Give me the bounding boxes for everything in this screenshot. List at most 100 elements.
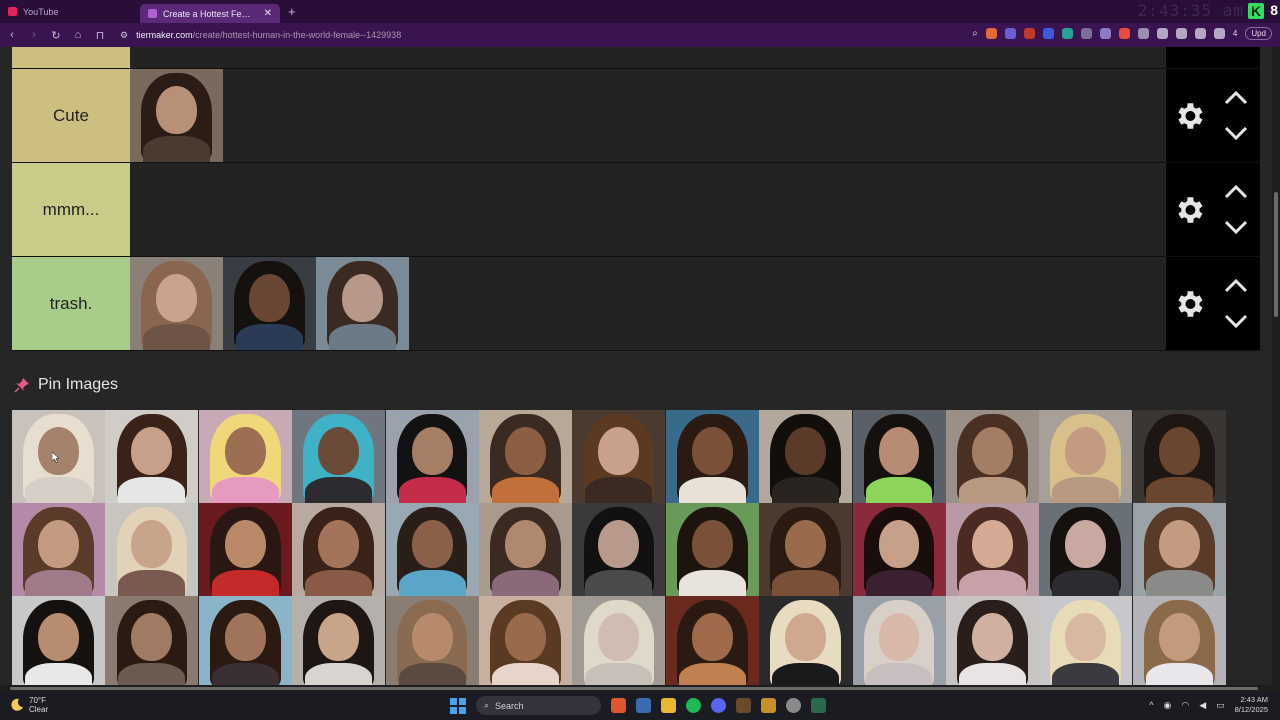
home-icon[interactable]: ⌂	[72, 29, 84, 41]
gear-icon[interactable]	[1172, 99, 1206, 133]
tier-image[interactable]	[316, 257, 409, 350]
pool-image[interactable]	[572, 503, 666, 596]
pool-image[interactable]	[852, 503, 946, 596]
extension-icon[interactable]	[1156, 28, 1168, 39]
pool-image[interactable]	[945, 503, 1039, 596]
weather-widget[interactable]: 70°F Clear	[10, 696, 48, 714]
location-icon[interactable]: ◉	[1163, 700, 1171, 711]
chevron-up-icon[interactable]	[1224, 279, 1248, 293]
scroll-thumb[interactable]	[10, 687, 1258, 690]
reload-icon[interactable]: ↻	[50, 29, 62, 42]
back-icon[interactable]: ‹	[6, 29, 18, 41]
pool-image[interactable]	[105, 503, 199, 596]
pool-image[interactable]	[572, 596, 666, 685]
tier-items[interactable]	[130, 257, 1166, 350]
download-icon[interactable]	[1213, 28, 1225, 39]
pool-image[interactable]	[478, 596, 572, 685]
pool-image[interactable]	[198, 410, 292, 503]
chevron-down-icon[interactable]	[1224, 220, 1248, 234]
extension-icon[interactable]	[1099, 28, 1111, 39]
file-explorer-icon[interactable]	[661, 698, 676, 713]
battery-icon[interactable]: ▭	[1216, 700, 1225, 711]
tier-label[interactable]: mmm...	[12, 163, 130, 256]
update-button[interactable]: Upd	[1245, 27, 1272, 40]
pool-image[interactable]	[665, 503, 759, 596]
pool-image[interactable]	[1039, 596, 1133, 685]
new-tab-button[interactable]: +	[280, 4, 304, 19]
media-icon[interactable]	[1175, 28, 1187, 39]
discord-icon[interactable]	[711, 698, 726, 713]
app-icon[interactable]	[786, 698, 801, 713]
horizontal-scrollbar[interactable]	[0, 685, 1280, 692]
brave-icon[interactable]	[611, 698, 626, 713]
pool-image[interactable]	[198, 503, 292, 596]
pool-image[interactable]	[292, 410, 386, 503]
tier-image[interactable]	[130, 69, 223, 162]
wifi-icon[interactable]: ◠	[1181, 700, 1189, 711]
pool-image[interactable]	[478, 503, 572, 596]
pool-image[interactable]	[1132, 503, 1226, 596]
chevron-up-icon[interactable]	[1224, 91, 1248, 105]
pool-image[interactable]	[292, 503, 386, 596]
sidebar-icon[interactable]	[1194, 28, 1206, 39]
pool-image[interactable]	[385, 503, 479, 596]
scroll-thumb[interactable]	[1274, 192, 1278, 317]
extension-icon[interactable]	[1118, 28, 1130, 39]
extension-icon[interactable]	[1042, 28, 1054, 39]
pool-image[interactable]	[1039, 410, 1133, 503]
brave-shield-icon[interactable]	[985, 28, 997, 39]
pool-image[interactable]	[292, 596, 386, 685]
pool-image[interactable]	[12, 596, 105, 685]
pool-image[interactable]	[665, 596, 759, 685]
bookmark-icon[interactable]: ⊓	[94, 29, 106, 42]
gear-icon[interactable]	[1172, 193, 1206, 227]
pool-image[interactable]	[198, 596, 292, 685]
extension-icon[interactable]	[1061, 28, 1073, 39]
pool-image[interactable]	[105, 596, 199, 685]
pool-image[interactable]	[759, 503, 853, 596]
pool-image[interactable]	[852, 410, 946, 503]
zoom-icon[interactable]: ⌕	[972, 28, 978, 39]
app-icon[interactable]	[736, 698, 751, 713]
chevron-up-icon[interactable]: ^	[1149, 700, 1153, 710]
taskbar-clock[interactable]: 2:43 AM 8/12/2025	[1235, 695, 1268, 715]
tier-image[interactable]	[130, 257, 223, 350]
tier-image[interactable]	[223, 257, 316, 350]
forward-icon[interactable]: ›	[28, 29, 40, 41]
tier-label[interactable]	[12, 47, 130, 68]
vertical-scrollbar[interactable]	[1272, 47, 1280, 685]
app-icon[interactable]	[811, 698, 826, 713]
pool-image[interactable]	[105, 410, 199, 503]
pool-image[interactable]	[852, 596, 946, 685]
volume-icon[interactable]: ◀	[1199, 700, 1206, 711]
pool-image[interactable]	[478, 410, 572, 503]
gear-icon[interactable]	[1172, 287, 1206, 321]
chevron-up-icon[interactable]	[1224, 185, 1248, 199]
extension-icon[interactable]	[1004, 28, 1016, 39]
tier-label[interactable]: Cute	[12, 69, 130, 162]
tab-tiermaker[interactable]: Create a Hottest Females Celeb ✕	[140, 4, 280, 23]
close-tab-icon[interactable]: ✕	[264, 8, 272, 19]
pool-image[interactable]	[759, 410, 853, 503]
tab-youtube[interactable]: YouTube	[0, 2, 140, 21]
pool-image[interactable]	[759, 596, 853, 685]
tier-label[interactable]: trash.	[12, 257, 130, 350]
chevron-down-icon[interactable]	[1224, 314, 1248, 328]
vpn-badge[interactable]: 4	[1233, 29, 1237, 38]
pool-image[interactable]	[1132, 596, 1226, 685]
site-settings-icon[interactable]: ⚙	[120, 30, 128, 41]
pool-image[interactable]	[945, 410, 1039, 503]
pool-image[interactable]	[665, 410, 759, 503]
puzzle-icon[interactable]	[1137, 28, 1149, 39]
windows-start-icon[interactable]	[450, 697, 466, 714]
extension-icon[interactable]	[1023, 28, 1035, 39]
pool-image[interactable]	[572, 410, 666, 503]
pool-image[interactable]	[1132, 410, 1226, 503]
pool-image[interactable]	[12, 503, 105, 596]
taskbar-search[interactable]: ⌕ Search	[476, 696, 601, 715]
pool-image[interactable]	[1039, 503, 1133, 596]
pool-image[interactable]	[385, 410, 479, 503]
extension-icon[interactable]	[1080, 28, 1092, 39]
spotify-icon[interactable]	[686, 698, 701, 713]
chevron-down-icon[interactable]	[1224, 126, 1248, 140]
